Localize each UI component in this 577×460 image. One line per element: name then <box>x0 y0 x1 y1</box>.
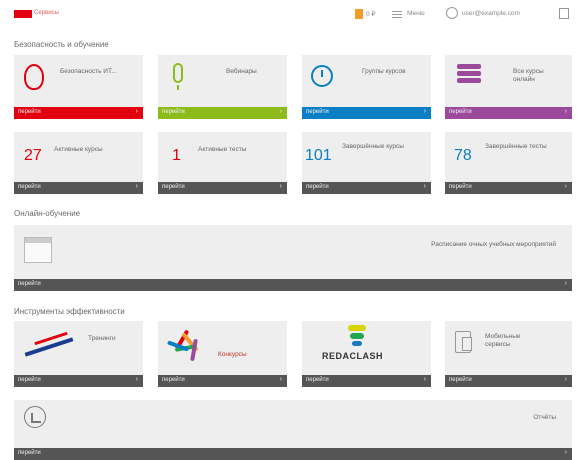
menu-label[interactable]: Меню <box>407 10 425 17</box>
tile-bar[interactable]: перейти › <box>158 375 287 387</box>
arrow-icon: › <box>564 183 567 190</box>
arrow-icon: › <box>135 183 138 190</box>
arrow-icon: › <box>279 183 282 190</box>
tile-completed-courses[interactable]: 101 Завершённые курсы перейти › <box>302 132 431 194</box>
clock-icon <box>311 65 333 87</box>
bar-label: перейти <box>162 377 185 383</box>
bar-label: перейти <box>18 184 41 190</box>
bar-label: перейти <box>449 184 472 190</box>
logo[interactable] <box>14 10 32 18</box>
user-icon[interactable] <box>446 7 458 19</box>
microphone-icon <box>173 63 183 90</box>
tile-bar[interactable]: перейти › <box>14 182 143 194</box>
arrow-icon: › <box>564 108 567 115</box>
tile-mobile[interactable]: Мобильные сервисы перейти › <box>445 321 572 387</box>
arrow-icon: › <box>423 108 426 115</box>
cart-count: 0 ₽ <box>366 11 376 18</box>
tile-bar[interactable]: перейти › <box>14 107 143 119</box>
tile-title: Отчёты <box>533 414 556 421</box>
arrow-icon: › <box>135 376 138 383</box>
bar-label: перейти <box>306 109 329 115</box>
section-title-main: Безопасность и обучение <box>14 40 109 49</box>
star-logo <box>166 325 226 363</box>
tile-bar[interactable]: перейти › <box>158 182 287 194</box>
stat-number: 78 <box>454 147 472 164</box>
tile-title: Вебинары <box>226 68 257 75</box>
tile-title: Завершённые тесты <box>485 143 547 150</box>
tile-title: Безопасность ИТ... <box>60 68 117 75</box>
tile-brush[interactable]: REDACLASH перейти › <box>302 321 431 387</box>
tile-title: Все курсы онлайн <box>513 68 544 83</box>
user-email[interactable]: user@example.com <box>462 10 520 17</box>
stat-number: 1 <box>172 147 181 164</box>
logo-text: Сервисы <box>34 10 59 16</box>
bar-label: перейти <box>18 450 41 456</box>
tile-active-tests[interactable]: 1 Активные тесты перейти › <box>158 132 287 194</box>
arrow-icon: › <box>564 449 567 456</box>
bar-label: перейти <box>18 109 41 115</box>
tile-title: Завершённые курсы <box>342 143 404 150</box>
tile-training-schedule[interactable]: Расписание очных учебных мероприятий пер… <box>14 225 572 291</box>
tile-security[interactable]: Безопасность ИТ... перейти › <box>14 55 143 119</box>
tile-all-courses[interactable]: Все курсы онлайн перейти › <box>445 55 572 119</box>
tile-title: Активные тесты <box>198 146 247 153</box>
tile-reports[interactable]: Отчёты перейти › <box>14 400 572 460</box>
menu-icon[interactable] <box>392 11 402 18</box>
tile-title: Конкурсы <box>218 351 247 358</box>
tile-bar[interactable]: перейти › <box>14 279 572 291</box>
bar-label: перейти <box>162 184 185 190</box>
arrow-icon: › <box>423 376 426 383</box>
stat-number: 27 <box>24 147 42 164</box>
tile-title: Мобильные сервисы <box>485 333 521 348</box>
arrow-icon: › <box>423 183 426 190</box>
tile-webinars[interactable]: Вебинары перейти › <box>158 55 287 119</box>
section-title-training: Онлайн-обучение <box>14 209 81 218</box>
calendar-icon <box>24 237 52 263</box>
tile-groups[interactable]: Группы курсов перейти › <box>302 55 431 119</box>
bar-label: перейти <box>306 377 329 383</box>
tile-completed-tests[interactable]: 78 Завершённые тесты перейти › <box>445 132 572 194</box>
arrow-icon: › <box>135 108 138 115</box>
tile-trainings[interactable]: Тренинги перейти › <box>14 321 143 387</box>
tile-bar[interactable]: перейти › <box>14 375 143 387</box>
shield-icon <box>24 64 44 90</box>
arrow-icon: › <box>564 376 567 383</box>
section-title-tools: Инструменты эффективности <box>14 307 125 316</box>
device-icon <box>455 331 472 353</box>
arrow-icon: › <box>279 376 282 383</box>
chart-icon <box>24 406 46 428</box>
tile-title: Группы курсов <box>362 68 406 75</box>
bar-label: перейти <box>449 377 472 383</box>
tile-active-courses[interactable]: 27 Активные курсы перейти › <box>14 132 143 194</box>
bar-label: перейти <box>162 109 185 115</box>
tile-title: Тренинги <box>88 335 116 342</box>
bar-label: перейти <box>18 377 41 383</box>
skier-logo <box>24 329 76 357</box>
tile-bar[interactable]: перейти › <box>445 182 572 194</box>
logout-icon[interactable] <box>559 8 569 19</box>
brush-logo-text: REDACLASH <box>322 351 384 361</box>
tile-bar[interactable]: перейти › <box>302 107 431 119</box>
tile-bar[interactable]: перейти › <box>445 107 572 119</box>
tile-bar[interactable]: перейти › <box>445 375 572 387</box>
stat-number: 101 <box>305 147 332 164</box>
tile-bar[interactable]: перейти › <box>158 107 287 119</box>
stack-icon <box>457 64 481 86</box>
tile-title: Активные курсы <box>54 146 103 153</box>
tile-contests[interactable]: Конкурсы перейти › <box>158 321 287 387</box>
brush-logo: REDACLASH <box>314 325 418 365</box>
arrow-icon: › <box>564 280 567 287</box>
bar-label: перейти <box>306 184 329 190</box>
bar-label: перейти <box>18 281 41 287</box>
tile-bar[interactable]: перейти › <box>14 448 572 460</box>
tile-bar[interactable]: перейти › <box>302 182 431 194</box>
bar-label: перейти <box>449 109 472 115</box>
top-bar: Сервисы 0 ₽ Меню user@example.com <box>0 0 577 26</box>
tile-title: Расписание очных учебных мероприятий <box>431 241 556 248</box>
tile-bar[interactable]: перейти › <box>302 375 431 387</box>
arrow-icon: › <box>279 108 282 115</box>
cart-icon[interactable] <box>355 9 363 19</box>
